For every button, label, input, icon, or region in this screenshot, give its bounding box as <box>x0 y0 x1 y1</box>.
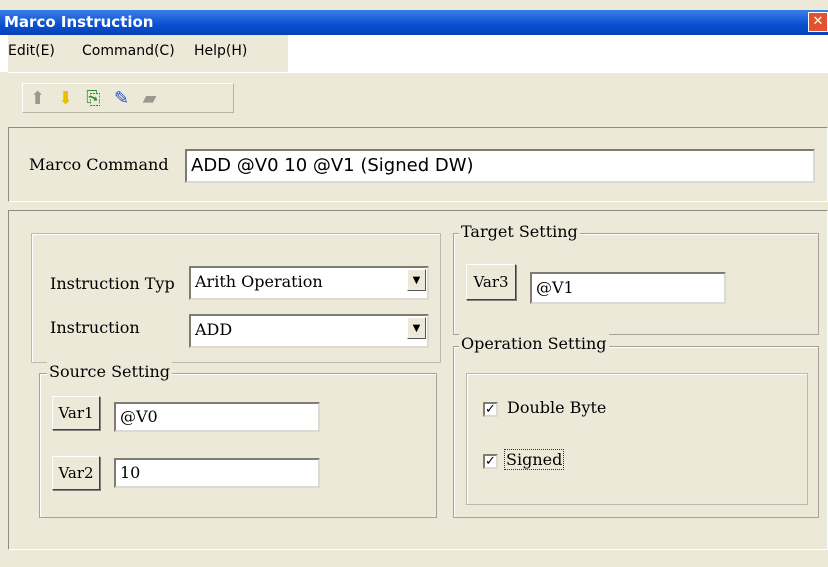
insert-button[interactable]: ⎘ <box>81 86 106 110</box>
move-down-button[interactable]: ⬇ <box>53 86 78 110</box>
marco-command-field[interactable]: ADD @V0 10 @V1 (Signed DW) <box>185 149 815 183</box>
arrow-down-icon: ⬇ <box>57 87 74 109</box>
instruction-select[interactable]: ADD ▼ <box>189 314 429 348</box>
instruction-group: Instruction Typ Arith Operation ▼ Instru… <box>31 233 441 363</box>
settings-panel: Instruction Typ Arith Operation ▼ Instru… <box>8 210 828 550</box>
instruction-value: ADD <box>195 320 233 339</box>
title-bar[interactable]: Marco Instruction ✕ <box>0 10 828 35</box>
insert-icon: ⎘ <box>86 87 101 109</box>
var2-field[interactable]: 10 <box>114 458 320 488</box>
command-panel: Marco Command ADD @V0 10 @V1 (Signed DW) <box>8 127 828 202</box>
edit-button[interactable]: ✎ <box>109 86 134 110</box>
toolbar: ⬆ ⬇ ⎘ ✎ ▰ <box>8 72 828 121</box>
chevron-down-icon[interactable]: ▼ <box>407 317 426 339</box>
target-setting-group: Target Setting Var3 @V1 <box>453 222 819 335</box>
arrow-up-icon: ⬆ <box>29 87 46 109</box>
source-setting-group: Source Setting Var1 @V0 Var2 10 <box>39 362 437 518</box>
signed-label[interactable]: Signed <box>503 449 565 470</box>
target-setting-title: Target Setting <box>459 222 580 241</box>
menu-bar: Edit(E) Command(C) Help(H) <box>0 35 828 72</box>
marco-command-label: Marco Command <box>29 155 169 174</box>
menu-bar-strip: Edit(E) Command(C) Help(H) <box>8 35 288 72</box>
toolbar-button-group: ⬆ ⬇ ⎘ ✎ ▰ <box>22 83 234 113</box>
operation-setting-title: Operation Setting <box>459 334 609 353</box>
var3-field[interactable]: @V1 <box>530 272 726 304</box>
menu-help[interactable]: Help(H) <box>194 43 247 59</box>
window-title: Marco Instruction <box>4 13 154 31</box>
edit-icon: ✎ <box>113 87 130 109</box>
instruction-type-label: Instruction Typ <box>50 274 175 293</box>
instruction-type-value: Arith Operation <box>195 272 323 291</box>
double-byte-label[interactable]: Double Byte <box>507 398 606 417</box>
var2-button[interactable]: Var2 <box>52 456 100 490</box>
double-byte-checkbox[interactable]: ✓ <box>483 402 498 417</box>
eraser-icon: ▰ <box>142 87 157 109</box>
macro-instruction-window: Marco Instruction ✕ Edit(E) Command(C) H… <box>0 0 828 567</box>
close-icon: ✕ <box>812 14 824 29</box>
menu-command[interactable]: Command(C) <box>82 43 175 59</box>
menu-edit[interactable]: Edit(E) <box>8 43 55 59</box>
erase-button[interactable]: ▰ <box>137 86 162 110</box>
var3-button[interactable]: Var3 <box>466 264 516 300</box>
close-button[interactable]: ✕ <box>808 12 828 32</box>
signed-checkbox[interactable]: ✓ <box>483 454 498 469</box>
instruction-label: Instruction <box>50 318 140 337</box>
source-setting-title: Source Setting <box>47 362 173 381</box>
chevron-down-icon[interactable]: ▼ <box>407 269 426 291</box>
var1-field[interactable]: @V0 <box>114 402 320 432</box>
instruction-type-select[interactable]: Arith Operation ▼ <box>189 266 429 300</box>
var1-button[interactable]: Var1 <box>52 396 100 430</box>
move-up-button[interactable]: ⬆ <box>25 86 50 110</box>
operation-setting-group: Operation Setting ✓ Double Byte ✓ Signed <box>453 334 819 518</box>
operation-options-box: ✓ Double Byte ✓ Signed <box>466 373 808 505</box>
